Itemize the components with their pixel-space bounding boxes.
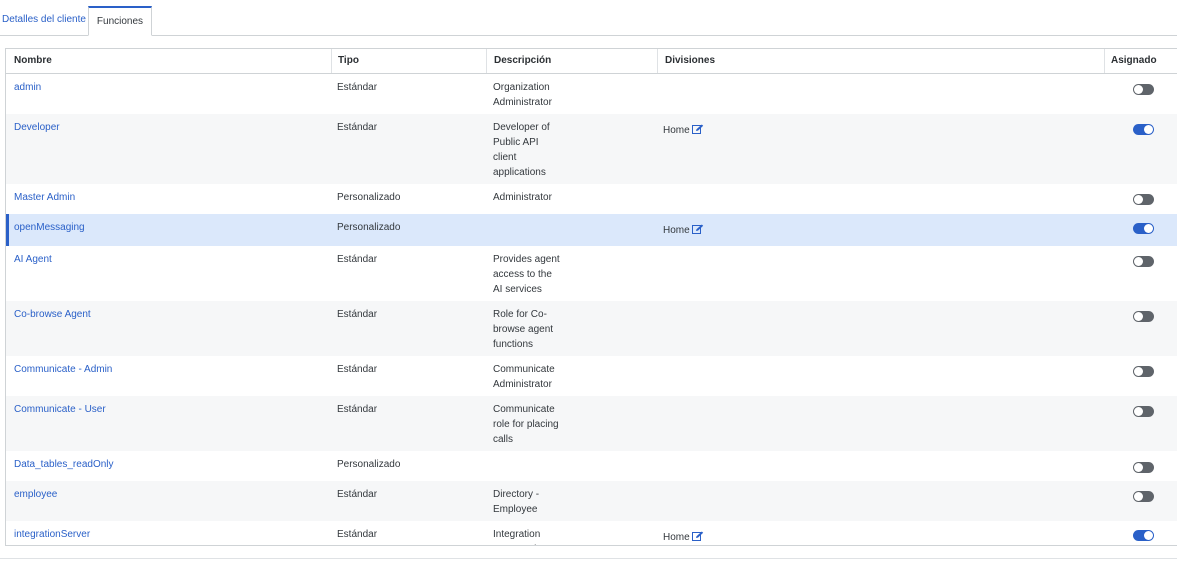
- column-header-divisions[interactable]: Divisiones: [657, 49, 715, 73]
- table-row[interactable]: employee Estándar Directory - Employee: [6, 481, 1177, 521]
- role-division: Home: [663, 530, 704, 545]
- table-row[interactable]: admin Estándar Organization Administrator: [6, 74, 1177, 114]
- assigned-toggle[interactable]: [1133, 256, 1154, 267]
- edit-icon[interactable]: [691, 531, 704, 545]
- table-row[interactable]: Communicate - Admin Estándar Communicate A…: [6, 356, 1177, 396]
- tab-roles[interactable]: Funciones: [88, 6, 152, 36]
- assigned-toggle[interactable]: [1133, 530, 1154, 541]
- role-description: Communicate Administrator: [493, 364, 555, 390]
- division-label: Home: [663, 532, 690, 543]
- table-header: Nombre Tipo Descripción Divisiones Asign…: [6, 49, 1177, 74]
- role-description: Integration Server role: [493, 529, 542, 545]
- role-name-link[interactable]: AI Agent: [14, 252, 52, 267]
- role-name-link[interactable]: Communicate - User: [14, 402, 106, 417]
- role-type: Personalizado: [337, 459, 401, 470]
- role-type: Estándar: [337, 364, 378, 375]
- column-header-assigned[interactable]: Asignado: [1104, 49, 1157, 73]
- edit-icon[interactable]: [691, 124, 704, 140]
- column-header-description[interactable]: Descripción: [486, 49, 551, 73]
- roles-table: Nombre Tipo Descripción Divisiones Asign…: [5, 48, 1177, 546]
- role-type: Estándar: [337, 404, 378, 415]
- role-division: Home: [663, 123, 704, 140]
- role-description: Directory - Employee: [493, 489, 540, 515]
- role-name-link[interactable]: Co-browse Agent: [14, 307, 91, 322]
- column-header-name[interactable]: Nombre: [14, 49, 52, 73]
- assigned-toggle[interactable]: [1133, 366, 1154, 377]
- role-name-link[interactable]: Communicate - Admin: [14, 362, 112, 377]
- divider: [0, 558, 1177, 559]
- table-row[interactable]: Developer Estándar Developer of Public API…: [6, 114, 1177, 184]
- division-label: Home: [663, 225, 690, 236]
- tab-client-details[interactable]: Detalles del cliente: [0, 6, 96, 36]
- table-row[interactable]: Co-browse Agent Estándar Role for Co-brows…: [6, 301, 1177, 356]
- division-label: Home: [663, 125, 690, 136]
- role-type: Personalizado: [337, 192, 401, 203]
- role-name-link[interactable]: Developer: [14, 120, 60, 135]
- role-type: Personalizado: [337, 222, 401, 233]
- edit-icon[interactable]: [691, 224, 704, 240]
- role-description: Developer of Public API client applicati…: [493, 122, 550, 178]
- role-name-link[interactable]: Data_tables_readOnly: [14, 457, 114, 472]
- role-description: Communicate role for placing calls: [493, 404, 559, 445]
- assigned-toggle[interactable]: [1133, 491, 1154, 502]
- role-name-link[interactable]: Master Admin: [14, 190, 75, 205]
- assigned-toggle[interactable]: [1133, 223, 1154, 234]
- tab-bar: Detalles del cliente Funciones: [0, 0, 1177, 36]
- role-type: Estándar: [337, 254, 378, 265]
- role-description: Administrator: [493, 192, 552, 203]
- table-row[interactable]: integrationServer Estándar Integration Ser…: [6, 521, 1177, 545]
- assigned-toggle[interactable]: [1133, 124, 1154, 135]
- table-row[interactable]: Communicate - User Estándar Communicate ro…: [6, 396, 1177, 451]
- role-type: Estándar: [337, 309, 378, 320]
- assigned-toggle[interactable]: [1133, 462, 1154, 473]
- role-name-link[interactable]: integrationServer: [14, 527, 90, 542]
- role-name-link[interactable]: employee: [14, 487, 57, 502]
- assigned-toggle[interactable]: [1133, 194, 1154, 205]
- role-type: Estándar: [337, 122, 378, 133]
- table-row[interactable]: openMessaging Personalizado Home: [6, 214, 1177, 246]
- assigned-toggle[interactable]: [1133, 84, 1154, 95]
- table-row[interactable]: AI Agent Estándar Provides agent access to…: [6, 246, 1177, 301]
- role-description: Provides agent access to the AI services: [493, 254, 560, 295]
- table-row[interactable]: Master Admin Personalizado Administrator: [6, 184, 1177, 214]
- table-body: admin Estándar Organization Administrator D…: [6, 74, 1177, 545]
- role-type: Estándar: [337, 489, 378, 500]
- role-name-link[interactable]: admin: [14, 80, 41, 95]
- role-type: Estándar: [337, 82, 378, 93]
- role-division: Home: [663, 223, 704, 240]
- role-type: Estándar: [337, 529, 378, 540]
- table-row[interactable]: Data_tables_readOnly Personalizado: [6, 451, 1177, 481]
- column-header-type[interactable]: Tipo: [331, 49, 359, 73]
- assigned-toggle[interactable]: [1133, 311, 1154, 322]
- role-description: Role for Co-browse agent functions: [493, 309, 554, 350]
- role-name-link[interactable]: openMessaging: [14, 220, 85, 235]
- assigned-toggle[interactable]: [1133, 406, 1154, 417]
- role-description: Organization Administrator: [493, 82, 552, 108]
